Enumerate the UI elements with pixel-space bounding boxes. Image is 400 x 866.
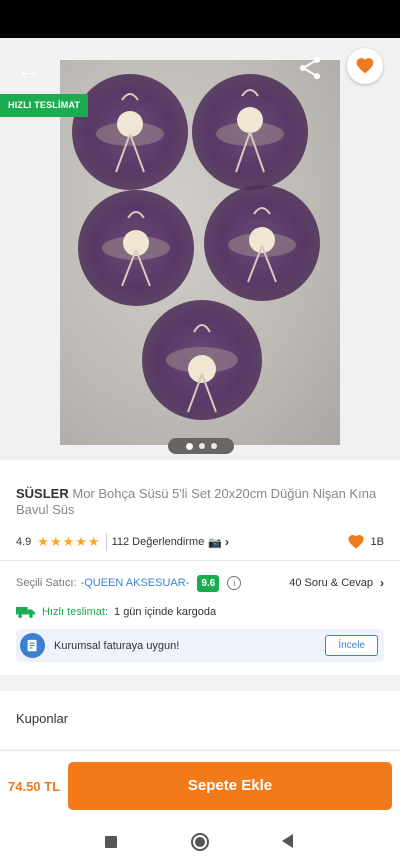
qa-link[interactable]: 40 Soru & Cevap › — [289, 576, 384, 590]
section-separator — [0, 675, 400, 691]
product-price: 74.50 TL — [8, 779, 61, 794]
chevron-right-icon: › — [225, 535, 230, 549]
qa-link-label: 40 Soru & Cevap — [289, 577, 373, 589]
fast-delivery-badge: HIZLI TESLİMAT — [0, 94, 89, 117]
heart-icon — [348, 534, 364, 549]
heart-icon — [356, 58, 374, 74]
product-brand[interactable]: SÜSLER — [16, 486, 69, 501]
product-title: SÜSLER Mor Bohça Süsü 5'li Set 20x20cm D… — [16, 486, 386, 518]
ornament-2 — [192, 74, 308, 190]
home-icon[interactable] — [191, 833, 209, 851]
add-to-cart-button[interactable]: Sepete Ekle — [68, 762, 392, 810]
chevron-right-icon: › — [380, 576, 384, 590]
product-name: Mor Bohça Süsü 5'li Set 20x20cm Düğün Ni… — [16, 486, 377, 517]
ornament-5 — [142, 300, 262, 420]
product-image-gallery[interactable]: ← HIZLI TESLİMAT — [0, 38, 400, 460]
back-triangle-icon[interactable] — [282, 834, 293, 848]
rating-row[interactable]: 4.9 ★★★★★ 112 Değerlendirme 📷 › 1B — [16, 532, 384, 552]
rating-value: 4.9 — [16, 536, 32, 548]
favorite-count[interactable]: 1B — [347, 533, 384, 551]
coupons-section-title[interactable]: Kuponlar — [16, 711, 68, 726]
inspect-button[interactable]: İncele — [325, 635, 378, 656]
divider — [105, 533, 107, 551]
corporate-invoice-banner: Kurumsal faturaya uygun! İncele — [16, 629, 384, 662]
ornament-1 — [72, 74, 188, 190]
seller-name-link[interactable]: -QUEEN AKSESUAR- — [81, 577, 190, 589]
pagination-dot[interactable] — [198, 443, 205, 449]
seller-row: Seçili Satıcı: -QUEEN AKSESUAR- 9.6 i 40… — [16, 572, 384, 594]
product-photo-art — [72, 74, 320, 420]
invoice-icon — [20, 633, 45, 658]
share-icon[interactable] — [296, 54, 326, 84]
ornament-3 — [78, 190, 194, 306]
rating-stars: ★★★★★ — [37, 534, 101, 549]
info-icon[interactable]: i — [227, 576, 242, 590]
back-arrow-icon[interactable]: ← — [14, 54, 44, 84]
system-navigation-bar — [0, 820, 400, 866]
favorite-button[interactable] — [347, 48, 383, 84]
shipping-value: 1 gün içinde kargoda — [114, 606, 217, 618]
divider — [0, 560, 400, 561]
seller-label: Seçili Satıcı: — [16, 577, 77, 589]
truck-icon — [16, 607, 36, 618]
shipping-label: Hızlı teslimat: — [42, 606, 109, 618]
ornament-4 — [204, 185, 320, 301]
camera-icon: 📷 — [208, 536, 223, 549]
review-count-link[interactable]: 112 Değerlendirme — [112, 536, 205, 548]
status-bar — [0, 0, 400, 38]
invoice-text: Kurumsal faturaya uygun! — [54, 639, 180, 652]
seller-score-badge: 9.6 — [197, 574, 220, 592]
favorite-count-value: 1B — [370, 536, 384, 548]
image-pagination-dots[interactable] — [168, 438, 234, 454]
pagination-dot[interactable] — [210, 443, 217, 449]
product-photo[interactable] — [60, 60, 340, 445]
purchase-bar: 74.50 TL Sepete Ekle — [0, 750, 400, 820]
shipping-row: Hızlı teslimat: 1 gün içinde kargoda — [16, 603, 216, 621]
recent-apps-icon[interactable] — [105, 836, 117, 848]
pagination-dot[interactable] — [185, 442, 193, 450]
